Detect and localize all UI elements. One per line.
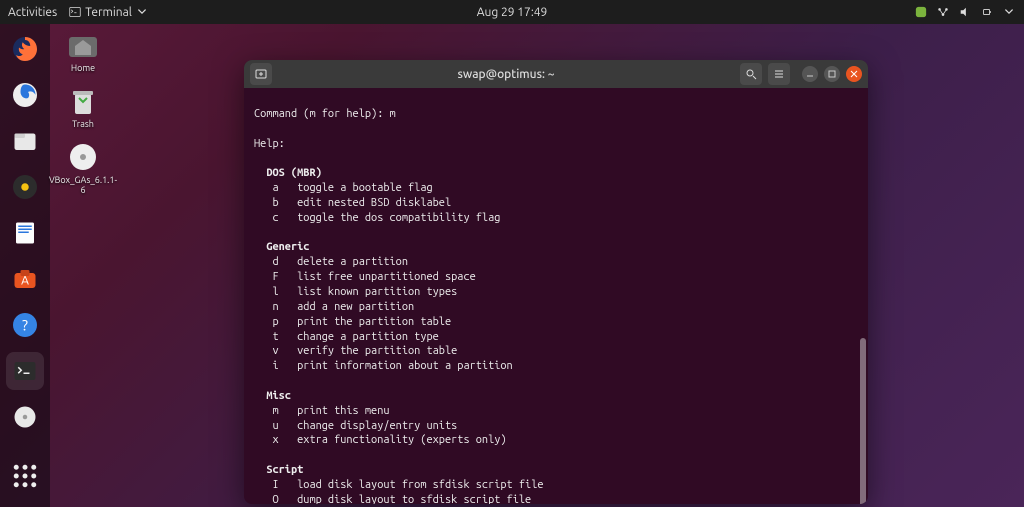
dock-libreoffice-writer[interactable]: [6, 214, 44, 252]
menu-button[interactable]: [768, 63, 790, 85]
terminal-icon: [69, 6, 81, 18]
dock-help[interactable]: ?: [6, 306, 44, 344]
term-line: u change display/entry units: [254, 420, 457, 432]
term-line: i print information about a partition: [254, 360, 513, 372]
close-button[interactable]: [846, 66, 862, 82]
search-button[interactable]: [740, 63, 762, 85]
dock: A ?: [0, 24, 50, 507]
term-line: b edit nested BSD disklabel: [254, 197, 451, 209]
maximize-button[interactable]: [824, 66, 840, 82]
desktop-vbox-label: VBox_GAs_6.1.1-6: [49, 176, 117, 196]
term-line: m print this menu: [254, 405, 390, 417]
term-line: c toggle the dos compatibility flag: [254, 212, 500, 224]
svg-text:?: ?: [22, 316, 28, 333]
term-line: F list free unpartitioned space: [254, 271, 476, 283]
volume-icon[interactable]: [958, 5, 972, 19]
app-menu-label: Terminal: [85, 6, 132, 19]
desktop-home[interactable]: Home: [56, 28, 110, 74]
terminal-body[interactable]: Command (m for help): m Help: DOS (MBR) …: [244, 88, 868, 504]
dock-rhythmbox[interactable]: [6, 168, 44, 206]
scrollbar-thumb[interactable]: [860, 338, 866, 504]
term-line: p print the partition table: [254, 316, 451, 328]
dock-software[interactable]: A: [6, 260, 44, 298]
power-icon[interactable]: [980, 5, 994, 19]
term-line: d delete a partition: [254, 256, 408, 268]
desktop-home-label: Home: [71, 64, 95, 74]
clock[interactable]: Aug 29 17:49: [477, 6, 548, 19]
term-line: v verify the partition table: [254, 345, 457, 357]
term-line: n add a new partition: [254, 301, 414, 313]
terminal-window: swap@optimus: ~ Command (m for help): m …: [244, 60, 868, 504]
dock-disc[interactable]: [6, 398, 44, 436]
desktop-vbox-disc[interactable]: VBox_GAs_6.1.1-6: [56, 140, 110, 196]
chevron-down-icon: [136, 6, 148, 18]
term-line: t change a partition type: [254, 331, 439, 343]
term-section: Generic: [254, 241, 309, 253]
term-line: O dump disk layout to sfdisk script file: [254, 494, 531, 504]
chevron-down-icon[interactable]: [1002, 5, 1016, 19]
term-section: Script: [254, 464, 303, 476]
term-line: Command (m for help): m: [254, 108, 396, 120]
svg-text:A: A: [21, 274, 29, 287]
term-line: l list known partition types: [254, 286, 457, 298]
term-line: I load disk layout from sfdisk script fi…: [254, 479, 544, 491]
dock-terminal[interactable]: [6, 352, 44, 390]
desktop-icons: Home Trash VBox_GAs_6.1.1-6: [56, 28, 110, 196]
desktop-trash[interactable]: Trash: [56, 84, 110, 130]
term-line: a toggle a bootable flag: [254, 182, 433, 194]
dock-firefox[interactable]: [6, 30, 44, 68]
network-icon[interactable]: [936, 5, 950, 19]
input-source-indicator[interactable]: [914, 5, 928, 19]
dock-files[interactable]: [6, 122, 44, 160]
term-section: DOS (MBR): [254, 167, 322, 179]
term-section: Misc: [254, 390, 291, 402]
term-line: x extra functionality (experts only): [254, 434, 507, 446]
new-tab-button[interactable]: [250, 63, 272, 85]
terminal-title: swap@optimus: ~: [278, 68, 734, 81]
dock-thunderbird[interactable]: [6, 76, 44, 114]
top-bar: Activities Terminal Aug 29 17:49: [0, 0, 1024, 24]
activities-button[interactable]: Activities: [8, 6, 57, 19]
minimize-button[interactable]: [802, 66, 818, 82]
terminal-titlebar[interactable]: swap@optimus: ~: [244, 60, 868, 88]
show-applications-button[interactable]: [6, 457, 44, 495]
term-line: Help:: [254, 138, 285, 150]
app-menu-terminal[interactable]: Terminal: [69, 6, 148, 19]
desktop-trash-label: Trash: [72, 120, 94, 130]
